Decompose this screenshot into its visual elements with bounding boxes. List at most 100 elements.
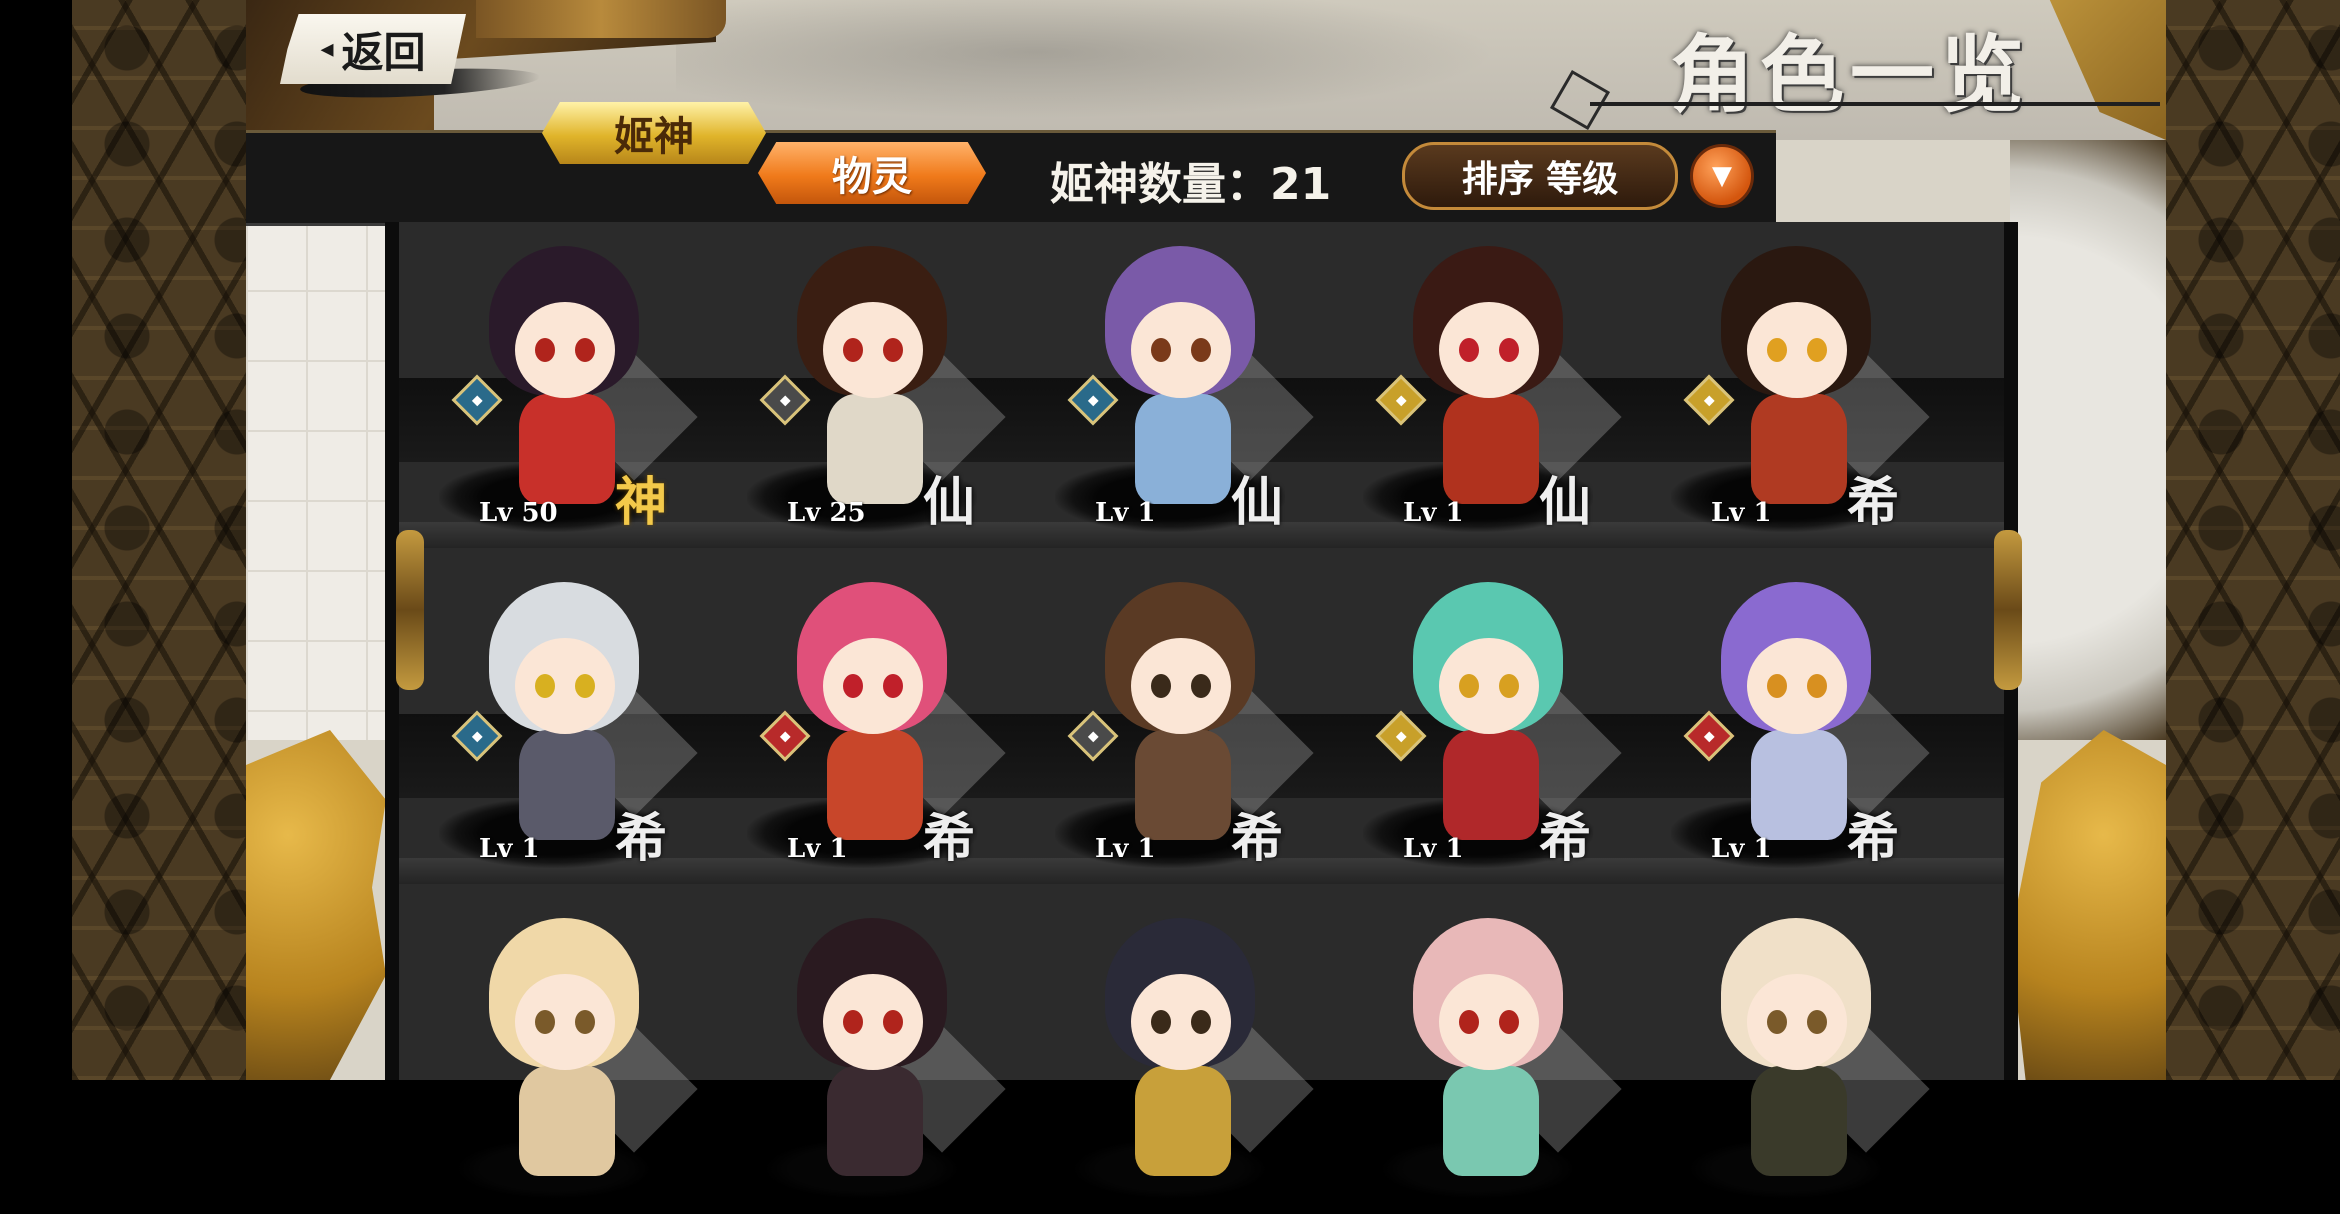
character-level: Lv 1	[1403, 498, 1464, 528]
character-card[interactable]: ◆ 希 Lv 1	[1651, 558, 1941, 878]
character-face	[823, 638, 923, 734]
element-badge: ◆	[1375, 710, 1427, 762]
character-eye	[1767, 674, 1787, 698]
character-card[interactable]: ◆ 神 Lv 50	[419, 222, 709, 542]
element-badge: ◆	[1375, 374, 1427, 426]
character-eye	[535, 1010, 555, 1034]
character-face	[1131, 302, 1231, 398]
character-eye	[575, 674, 595, 698]
character-outfit	[827, 394, 923, 504]
character-card[interactable]	[727, 894, 1017, 1214]
character-count: 姬神数量：21	[1050, 159, 1332, 210]
character-eye	[1807, 338, 1827, 362]
diamond-icon: ◆	[471, 728, 483, 744]
character-outfit	[827, 1066, 923, 1176]
character-eye	[575, 1010, 595, 1034]
character-level: Lv 1	[1095, 834, 1156, 864]
rarity-mark: 希	[1847, 472, 1900, 533]
character-eye	[535, 338, 555, 362]
character-card[interactable]: ◆ 仙 Lv 1	[1035, 222, 1325, 542]
character-face	[823, 302, 923, 398]
rarity-mark: 希	[923, 808, 976, 869]
character-outfit	[1135, 394, 1231, 504]
diamond-icon: ◆	[1087, 728, 1099, 744]
character-outfit	[827, 730, 923, 840]
character-eye	[843, 674, 863, 698]
rarity-mark: 希	[615, 808, 668, 869]
rarity-mark: 仙	[1231, 472, 1284, 533]
character-face	[1439, 974, 1539, 1070]
character-face	[1439, 302, 1539, 398]
element-badge: ◆	[1067, 710, 1119, 762]
character-eye	[1191, 1010, 1211, 1034]
tab-hime[interactable]: 姬神	[542, 102, 766, 164]
rarity-mark: 仙	[923, 472, 976, 533]
character-eye	[1151, 338, 1171, 362]
sort-dropdown-button[interactable]: ▼	[1690, 144, 1754, 208]
character-card[interactable]	[1035, 894, 1325, 1214]
character-level: Lv 1	[1711, 498, 1772, 528]
character-face	[515, 302, 615, 398]
back-label: 返回	[341, 27, 426, 77]
character-eye	[1459, 674, 1479, 698]
left-paper-grid	[246, 220, 386, 740]
character-eye	[1499, 338, 1519, 362]
character-face	[515, 974, 615, 1070]
character-eye	[843, 1010, 863, 1034]
character-outfit	[1751, 1066, 1847, 1176]
tab-monorei[interactable]: 物灵	[758, 142, 986, 204]
character-face	[1131, 974, 1231, 1070]
character-outfit	[1135, 1066, 1231, 1176]
character-eye	[1151, 674, 1171, 698]
diamond-icon: ◆	[1087, 392, 1099, 408]
rarity-mark: 希	[1539, 808, 1592, 869]
character-eye	[1191, 338, 1211, 362]
diamond-icon: ◆	[1703, 392, 1715, 408]
character-card[interactable]: ◆ 希 Lv 1	[1651, 222, 1941, 542]
element-badge: ◆	[1067, 374, 1119, 426]
character-eye	[1459, 338, 1479, 362]
character-eye	[1499, 1010, 1519, 1034]
back-arrow-icon: ◂	[320, 34, 334, 64]
character-card[interactable]: ◆ 仙 Lv 25	[727, 222, 1017, 542]
left-screen-border	[0, 0, 72, 1080]
character-outfit	[1751, 730, 1847, 840]
diamond-icon: ◆	[1395, 728, 1407, 744]
character-card[interactable]: ◆ 希 Lv 1	[1343, 558, 1633, 878]
character-eye	[1807, 1010, 1827, 1034]
character-face	[515, 638, 615, 734]
character-face	[1747, 302, 1847, 398]
character-card[interactable]	[1651, 894, 1941, 1214]
character-face	[1439, 638, 1539, 734]
character-list[interactable]: ◆ 神 Lv 50 ◆ 仙 Lv 25 ◆ 仙 Lv 1 ◆ 仙 Lv 1 ◆ 希 Lv 1 ◆ 希 Lv 1 ◆ 希…	[385, 222, 2018, 1204]
character-card[interactable]: ◆ 仙 Lv 1	[1343, 222, 1633, 542]
element-badge: ◆	[451, 374, 503, 426]
rarity-mark: 希	[1231, 808, 1284, 869]
element-badge: ◆	[759, 374, 811, 426]
element-badge: ◆	[1683, 710, 1735, 762]
character-card[interactable]: ◆ 希 Lv 1	[1035, 558, 1325, 878]
character-outfit	[1135, 730, 1231, 840]
chevron-down-icon: ▼	[1712, 161, 1732, 191]
character-eye	[883, 1010, 903, 1034]
character-level: Lv 50	[479, 498, 558, 528]
character-face	[1747, 974, 1847, 1070]
character-level: Lv 1	[1403, 834, 1464, 864]
back-button[interactable]: ◂ 返回	[280, 14, 466, 84]
character-eye	[1151, 1010, 1171, 1034]
character-eye	[883, 338, 903, 362]
right-hex-pattern	[2166, 0, 2340, 1080]
left-hex-pattern	[72, 0, 246, 1080]
character-eye	[535, 674, 555, 698]
diamond-icon: ◆	[779, 392, 791, 408]
character-face	[1747, 638, 1847, 734]
character-level: Lv 1	[479, 834, 540, 864]
character-card[interactable]: ◆ 希 Lv 1	[727, 558, 1017, 878]
element-badge: ◆	[451, 710, 503, 762]
sort-button[interactable]: 排序 等级	[1402, 142, 1678, 210]
character-card[interactable]	[419, 894, 709, 1214]
rarity-mark: 仙	[1539, 472, 1592, 533]
character-card[interactable]	[1343, 894, 1633, 1214]
character-outfit	[519, 394, 615, 504]
character-card[interactable]: ◆ 希 Lv 1	[419, 558, 709, 878]
